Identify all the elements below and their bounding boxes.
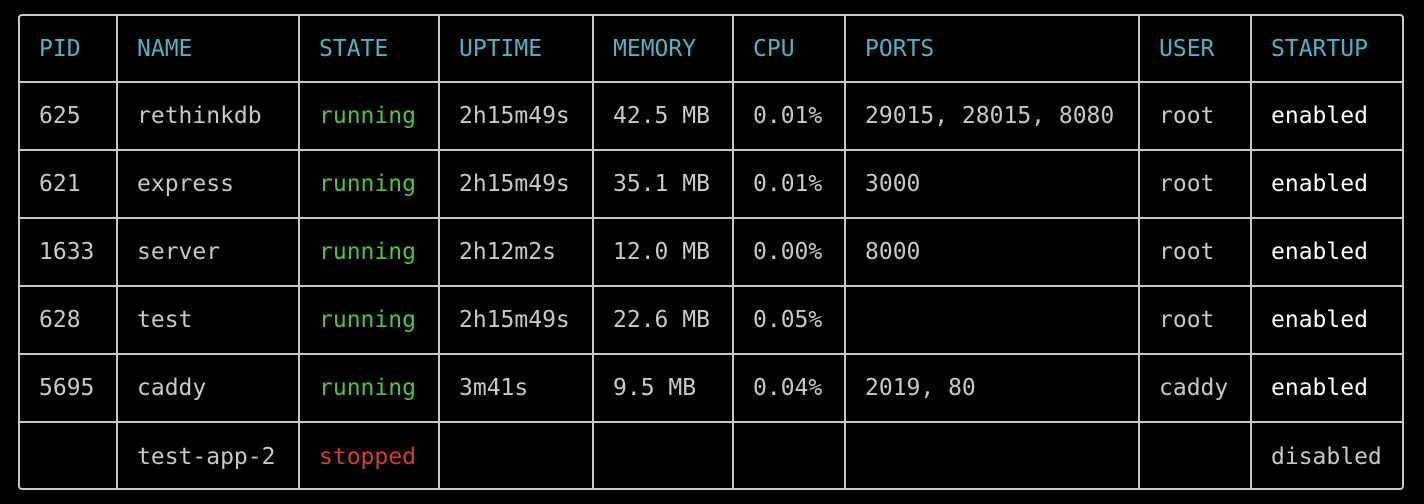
cell-state: stopped — [298, 421, 440, 488]
cell-uptime — [438, 421, 594, 488]
cell-user: caddy — [1138, 353, 1252, 423]
cell-memory: 12.0 MB — [592, 217, 734, 287]
cell-uptime: 2h15m49s — [438, 81, 594, 151]
cell-pid: 621 — [20, 149, 118, 219]
cell-ports: 2019, 80 — [844, 353, 1140, 423]
cell-uptime: 3m41s — [438, 353, 594, 423]
column-header-uptime: UPTIME — [438, 16, 594, 83]
cell-state: running — [298, 353, 440, 423]
cell-pid — [20, 421, 118, 488]
cell-startup: enabled — [1250, 285, 1402, 355]
process-table-frame: PID NAME STATE UPTIME MEMORY CPU PORTS U… — [18, 14, 1404, 490]
cell-name: express — [116, 149, 300, 219]
cell-name: test-app-2 — [116, 421, 300, 488]
cell-state: running — [298, 285, 440, 355]
cell-cpu: 0.00% — [732, 217, 846, 287]
column-header-state: STATE — [298, 16, 440, 83]
cell-memory: 35.1 MB — [592, 149, 734, 219]
table-row: 625 rethinkdb running 2h15m49s 42.5 MB 0.01% 2… — [20, 81, 1402, 151]
cell-name: caddy — [116, 353, 300, 423]
table-row: 1633 server running 2h12m2s 12.0 MB 0.00% 8000… — [20, 217, 1402, 287]
column-header-name: NAME — [116, 16, 300, 83]
cell-memory: 9.5 MB — [592, 353, 734, 423]
cell-ports — [844, 285, 1140, 355]
cell-name: rethinkdb — [116, 81, 300, 151]
cell-memory: 22.6 MB — [592, 285, 734, 355]
column-header-memory: MEMORY — [592, 16, 734, 83]
cell-startup: enabled — [1250, 149, 1402, 219]
cell-memory: 42.5 MB — [592, 81, 734, 151]
cell-name: server — [116, 217, 300, 287]
table-row: 628 test running 2h15m49s 22.6 MB 0.05% root en… — [20, 285, 1402, 355]
column-header-cpu: CPU — [732, 16, 846, 83]
cell-startup: disabled — [1250, 421, 1402, 488]
cell-startup: enabled — [1250, 81, 1402, 151]
cell-ports: 29015, 28015, 8080 — [844, 81, 1140, 151]
cell-ports: 3000 — [844, 149, 1140, 219]
cell-startup: enabled — [1250, 217, 1402, 287]
cell-uptime: 2h12m2s — [438, 217, 594, 287]
process-table-body: 625 rethinkdb running 2h15m49s 42.5 MB 0.01% 2… — [20, 81, 1402, 488]
cell-user: root — [1138, 217, 1252, 287]
table-row: 5695 caddy running 3m41s 9.5 MB 0.04% 2019, 80… — [20, 353, 1402, 423]
cell-ports: 8000 — [844, 217, 1140, 287]
cell-ports — [844, 421, 1140, 488]
table-row: 621 express running 2h15m49s 35.1 MB 0.01% 300… — [20, 149, 1402, 219]
cell-pid: 628 — [20, 285, 118, 355]
cell-state: running — [298, 81, 440, 151]
column-header-startup: STARTUP — [1250, 16, 1402, 83]
cell-state: running — [298, 217, 440, 287]
cell-cpu: 0.01% — [732, 81, 846, 151]
column-header-ports: PORTS — [844, 16, 1140, 83]
cell-user: root — [1138, 81, 1252, 151]
cell-pid: 1633 — [20, 217, 118, 287]
cell-user: root — [1138, 149, 1252, 219]
table-header-row: PID NAME STATE UPTIME MEMORY CPU PORTS U… — [20, 16, 1402, 83]
column-header-pid: PID — [20, 16, 118, 83]
cell-cpu: 0.04% — [732, 353, 846, 423]
cell-memory — [592, 421, 734, 488]
table-row: test-app-2 stopped disabled — [20, 421, 1402, 488]
cell-pid: 5695 — [20, 353, 118, 423]
cell-state: running — [298, 149, 440, 219]
cell-cpu: 0.05% — [732, 285, 846, 355]
cell-uptime: 2h15m49s — [438, 285, 594, 355]
column-header-user: USER — [1138, 16, 1252, 83]
cell-pid: 625 — [20, 81, 118, 151]
cell-startup: enabled — [1250, 353, 1402, 423]
cell-user: root — [1138, 285, 1252, 355]
cell-cpu: 0.01% — [732, 149, 846, 219]
cell-cpu — [732, 421, 846, 488]
cell-user — [1138, 421, 1252, 488]
cell-uptime: 2h15m49s — [438, 149, 594, 219]
cell-name: test — [116, 285, 300, 355]
process-table: PID NAME STATE UPTIME MEMORY CPU PORTS U… — [20, 16, 1402, 488]
